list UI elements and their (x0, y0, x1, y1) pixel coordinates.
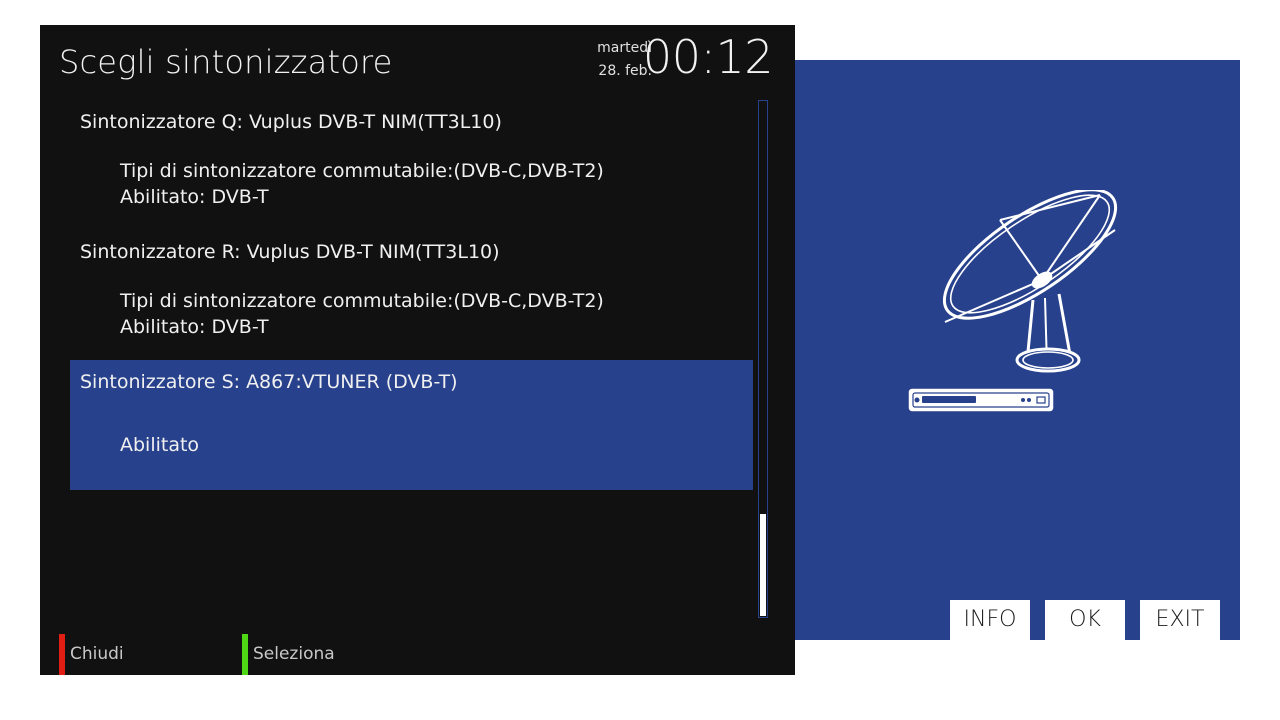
ok-button[interactable]: OK (1045, 600, 1125, 640)
tuner-enabled-status: Abilitato: DVB-T (120, 316, 269, 338)
red-key-indicator (59, 634, 65, 675)
scrollbar-thumb[interactable] (760, 514, 766, 616)
info-button[interactable]: INFO (950, 600, 1030, 640)
clock: 00:12 (642, 30, 774, 84)
tuner-item-q[interactable]: Sintonizzatore Q: Vuplus DVB-T NIM(TT3L1… (70, 100, 753, 230)
page-title: Scegli sintonizzatore (59, 43, 393, 81)
tuner-selection-panel: Scegli sintonizzatore martedì 28. feb. 0… (40, 25, 795, 675)
tuner-enabled-status: Abilitato: DVB-T (120, 186, 269, 208)
tuner-switchable-types: Tipi di sintonizzatore commutabile:(DVB-… (120, 160, 604, 182)
tuner-description: Tipi di sintonizzatore commutabile:(DVB-… (120, 158, 604, 210)
tuner-name: Sintonizzatore R: Vuplus DVB-T NIM(TT3L1… (80, 241, 500, 263)
tuner-item-r[interactable]: Sintonizzatore R: Vuplus DVB-T NIM(TT3L1… (70, 230, 753, 360)
tuner-description: Tipi di sintonizzatore commutabile:(DVB-… (120, 288, 604, 340)
tuner-name: Sintonizzatore Q: Vuplus DVB-T NIM(TT3L1… (80, 111, 502, 133)
close-label: Chiudi (70, 644, 124, 664)
select-label: Seleziona (253, 644, 335, 664)
satellite-dish-receiver-icon (905, 188, 1125, 424)
green-key-indicator (242, 634, 248, 675)
tuner-switchable-types: Tipi di sintonizzatore commutabile:(DVB-… (120, 290, 604, 312)
info-side-panel: INFO OK EXIT (795, 60, 1240, 640)
tuner-list: Sintonizzatore Q: Vuplus DVB-T NIM(TT3L1… (70, 100, 753, 490)
scrollbar[interactable] (758, 100, 768, 618)
exit-button[interactable]: EXIT (1140, 600, 1220, 640)
tuner-description: Abilitato (120, 432, 199, 458)
tuner-enabled-status: Abilitato (120, 434, 200, 456)
tuner-item-s[interactable]: Sintonizzatore S: A867:VTUNER (DVB-T) Ab… (70, 360, 753, 490)
tuner-name: Sintonizzatore S: A867:VTUNER (DVB-T) (80, 371, 458, 393)
